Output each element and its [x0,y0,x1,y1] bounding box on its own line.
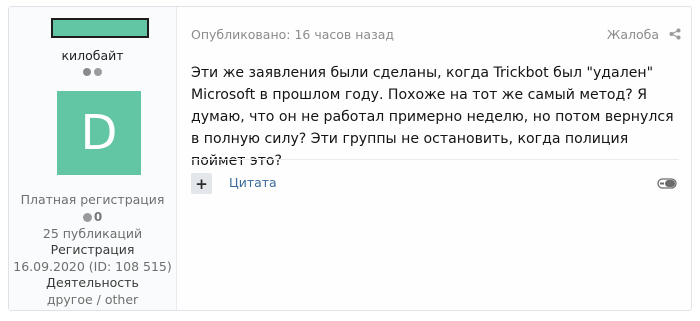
username-redacted[interactable] [51,18,149,38]
share-icon[interactable] [669,28,681,40]
report-link[interactable]: Жалоба [607,27,659,42]
user-title: килобайт [61,48,124,63]
user-info-panel: килобайт D Платная регистрация 0 25 публ… [9,7,177,310]
activity-label: Деятельность [46,275,139,290]
avatar[interactable]: D [57,91,141,175]
activity-value: другое / other [46,292,139,307]
registration-label: Регистрация [50,242,135,257]
post-divider [191,159,679,160]
multiquote-button[interactable]: + [191,173,212,194]
user-group: Платная регистрация [20,192,165,207]
forum-post: килобайт D Платная регистрация 0 25 публ… [8,6,692,311]
toggle-icon[interactable] [657,177,677,190]
rank-dot-icon [83,68,91,76]
reputation-dot-icon [82,212,92,222]
rank-dots [9,68,176,76]
rank-dot-icon [94,68,102,76]
post-content: Опубликовано: 16 часов назад Жалоба Эти … [191,7,691,310]
reputation: 0 [9,210,176,224]
registration-value: 16.09.2020 (ID: 108 515) [13,259,172,274]
quote-link[interactable]: Цитата [229,175,277,190]
post-body: Эти же заявления были сделаны, когда Tri… [191,65,674,169]
post-count: 25 публикаций [42,226,143,241]
reputation-value: 0 [93,210,103,224]
post-date[interactable]: Опубликовано: 16 часов назад [191,27,394,42]
